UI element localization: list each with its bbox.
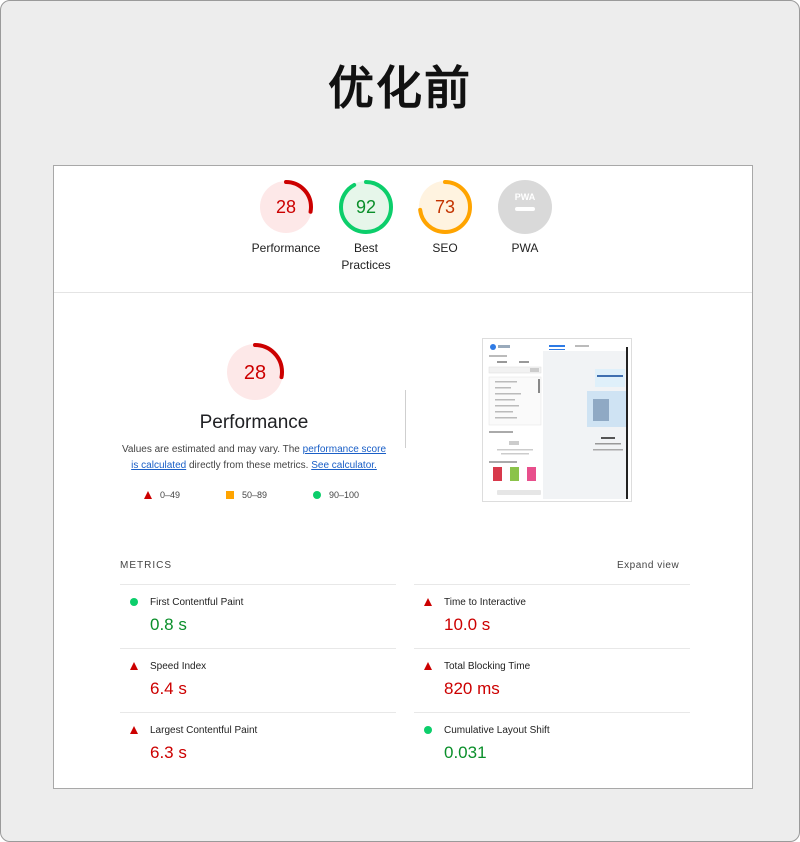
- expand-view-button[interactable]: Expand view: [617, 560, 679, 571]
- performance-description: Values are estimated and may vary. The p…: [121, 444, 387, 471]
- metric-value: 820 ms: [444, 679, 500, 698]
- vertical-divider: [405, 390, 406, 448]
- gauge-label: SEO: [432, 241, 458, 255]
- gauge-label: Best Practices: [341, 241, 391, 272]
- pwa-badge-text: PWA: [515, 192, 536, 202]
- metric-name: Largest Contentful Paint: [150, 725, 258, 736]
- lighthouse-report: 28 Performance 92 Best Practices 73 SEO …: [53, 165, 753, 789]
- final-screenshot-thumbnail[interactable]: [482, 338, 632, 502]
- metrics-header: METRICS: [120, 560, 172, 571]
- triangle-icon: [130, 726, 138, 734]
- metric-value: 10.0 s: [444, 615, 491, 634]
- metric-item: Speed Index 6.4 s: [120, 648, 396, 712]
- best-practices-gauge-icon: 92: [339, 180, 393, 234]
- page-caption: 优化前: [328, 61, 472, 115]
- legend-pass: 90–100: [313, 490, 359, 500]
- see-calculator-link[interactable]: See calculator.: [311, 460, 377, 471]
- metric-value: 6.4 s: [150, 679, 187, 698]
- performance-title: Performance: [199, 412, 309, 433]
- metric-item: Cumulative Layout Shift 0.031: [414, 712, 690, 776]
- circle-icon: [313, 491, 321, 499]
- gauge-label: Performance: [251, 241, 321, 255]
- metric-value: 6.3 s: [150, 743, 187, 762]
- metric-name: Time to Interactive: [444, 597, 526, 608]
- gauge-score: 73: [435, 197, 455, 217]
- legend-fail: 0–49: [144, 490, 180, 500]
- metric-name: First Contentful Paint: [150, 597, 244, 608]
- metric-item: Largest Contentful Paint 6.3 s: [120, 712, 396, 776]
- triangle-icon: [424, 598, 432, 606]
- metric-item: Time to Interactive 10.0 s: [414, 584, 690, 648]
- gauge-best-practices[interactable]: 92 Best Practices: [321, 178, 411, 274]
- gauge-seo[interactable]: 73 SEO: [400, 178, 490, 257]
- circle-icon: [130, 598, 138, 606]
- gauge-performance[interactable]: 28 Performance: [241, 178, 331, 257]
- metric-name: Cumulative Layout Shift: [444, 725, 550, 736]
- seo-gauge-icon: 73: [418, 180, 472, 234]
- page-screenshot-image: [483, 339, 631, 501]
- metric-name: Speed Index: [150, 661, 207, 672]
- triangle-icon: [144, 491, 152, 499]
- metric-value: 0.031: [444, 743, 487, 762]
- square-icon: [226, 491, 234, 499]
- pwa-badge-icon: PWA: [498, 180, 552, 234]
- metric-name: Total Blocking Time: [444, 661, 531, 672]
- section-divider: [54, 292, 752, 293]
- legend-average: 50–89: [226, 490, 267, 500]
- gauge-score: 92: [356, 197, 376, 217]
- metric-item: Total Blocking Time 820 ms: [414, 648, 690, 712]
- gauge-label: PWA: [511, 241, 539, 255]
- circle-icon: [424, 726, 432, 734]
- triangle-icon: [130, 662, 138, 670]
- gauge-pwa[interactable]: PWA PWA: [480, 178, 570, 257]
- triangle-icon: [424, 662, 432, 670]
- performance-large-gauge-icon: 28: [226, 343, 284, 401]
- metric-value: 0.8 s: [150, 615, 187, 634]
- metric-item: First Contentful Paint 0.8 s: [120, 584, 396, 648]
- gauge-score: 28: [276, 197, 296, 217]
- performance-gauge-icon: 28: [259, 180, 313, 234]
- performance-large-score: 28: [244, 362, 266, 384]
